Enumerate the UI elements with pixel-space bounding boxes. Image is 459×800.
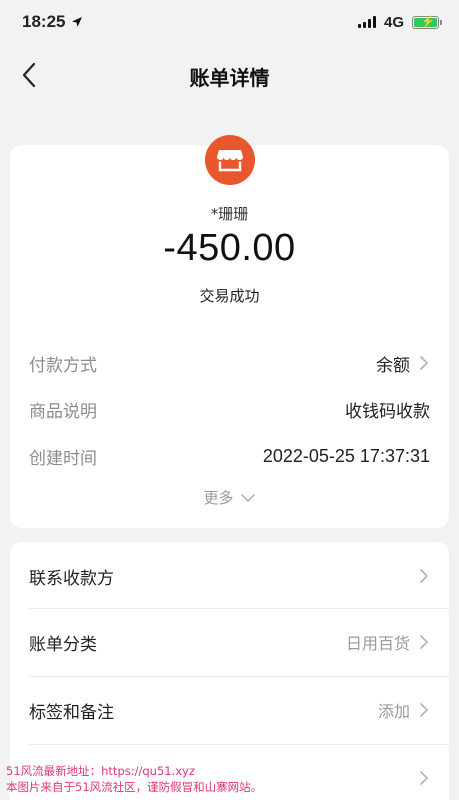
status-bar: 18:25 4G ⚡ xyxy=(0,0,459,44)
chevron-left-icon xyxy=(22,62,36,88)
chevron-down-icon xyxy=(240,493,255,502)
chevron-right-icon xyxy=(420,569,428,583)
watermark-line-1: 51风流最新地址：https://qu51.xyz xyxy=(6,764,195,778)
more-button[interactable]: 更多 xyxy=(10,487,449,508)
tags-notes-row[interactable]: 标签和备注 添加 xyxy=(10,676,449,744)
back-button[interactable] xyxy=(14,60,44,90)
tags-notes-value: 添加 xyxy=(377,702,410,721)
tags-notes-label: 标签和备注 xyxy=(29,702,114,723)
watermark-line-2: 本图片来自于51风流社区，谨防假冒和山寨网站。 xyxy=(6,780,263,794)
page-title: 账单详情 xyxy=(189,65,270,90)
product-description-value: 收钱码收款 xyxy=(345,401,430,422)
battery-icon: ⚡ xyxy=(412,15,442,29)
status-indicators: 4G ⚡ xyxy=(357,13,442,31)
actions-card: 联系收款方 账单分类 日用百货 标签和备注 添加 xyxy=(10,542,449,800)
network-type: 4G xyxy=(383,13,404,31)
status-time: 18:25 xyxy=(22,12,83,32)
payment-method-value: 余额 xyxy=(376,351,430,376)
merchant-name: *珊珊 xyxy=(210,205,249,223)
created-time-row: 创建时间 2022-05-25 17:37:31 xyxy=(29,442,430,470)
bill-category-row[interactable]: 账单分类 日用百货 xyxy=(10,608,449,676)
product-description-label: 商品说明 xyxy=(29,401,97,422)
payment-method-row[interactable]: 付款方式 余额 xyxy=(29,349,430,377)
payment-method-text: 余额 xyxy=(376,355,410,376)
contact-payee-row[interactable]: 联系收款方 xyxy=(10,542,449,610)
transaction-status: 交易成功 xyxy=(199,287,260,305)
chevron-right-icon xyxy=(420,703,428,717)
clock: 18:25 xyxy=(22,12,66,31)
chevron-right-icon xyxy=(420,356,428,370)
cellular-signal-icon xyxy=(357,16,376,28)
product-description-row: 商品说明 收钱码收款 xyxy=(29,395,430,423)
location-arrow-icon xyxy=(72,17,83,27)
transaction-card: *珊珊 -450.00 交易成功 付款方式 余额 商品说明 收钱码收款 创建时间… xyxy=(10,135,449,528)
more-label: 更多 xyxy=(203,489,234,507)
payment-method-label: 付款方式 xyxy=(29,355,97,376)
transaction-amount: -450.00 xyxy=(163,227,296,269)
contact-payee-label: 联系收款方 xyxy=(29,568,114,589)
created-time-label: 创建时间 xyxy=(29,448,97,469)
bill-category-value: 日用百货 xyxy=(345,634,410,653)
bill-category-label: 账单分类 xyxy=(29,634,97,655)
chevron-right-icon xyxy=(420,635,428,649)
watermark: 51风流最新地址：https://qu51.xyz 本图片来自于51风流社区，谨… xyxy=(6,763,456,795)
created-time-value: 2022-05-25 17:37:31 xyxy=(262,445,430,466)
shop-icon xyxy=(205,135,255,185)
nav-bar: 账单详情 xyxy=(0,50,459,102)
